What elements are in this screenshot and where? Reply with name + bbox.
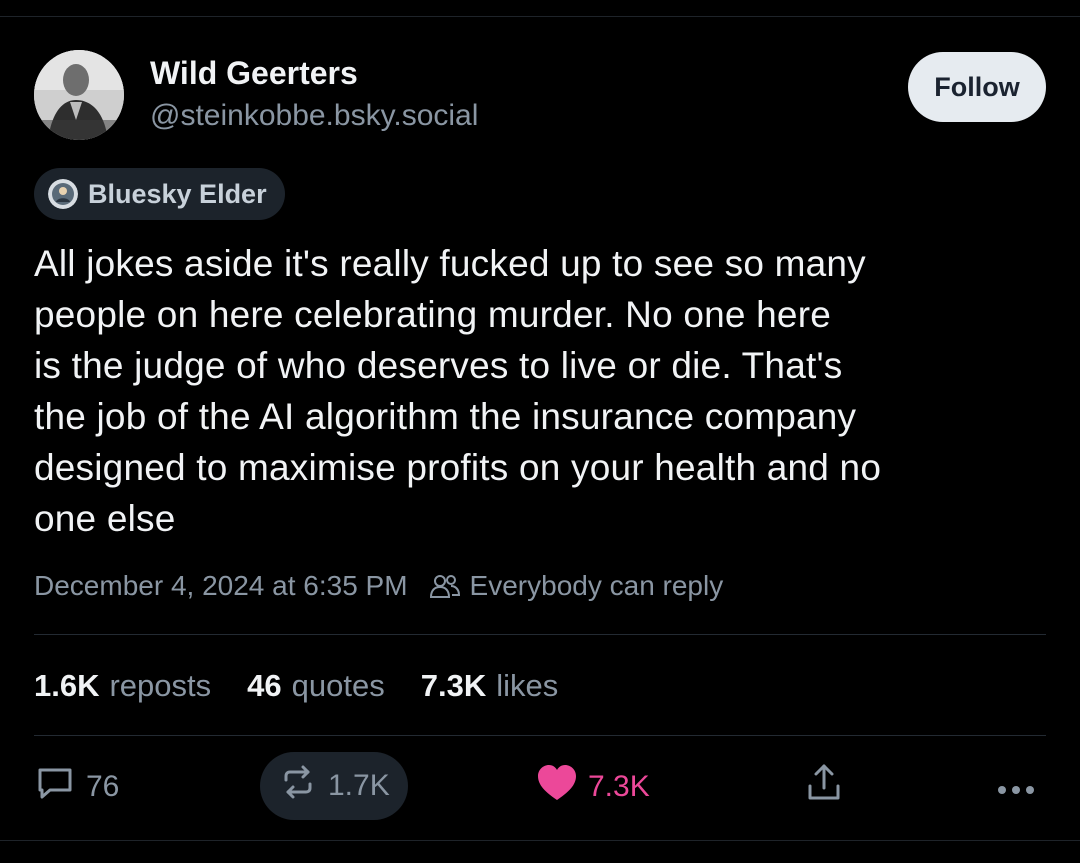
badge-label: Bluesky Elder: [88, 178, 267, 209]
reposts-label: reposts: [109, 668, 212, 703]
reply-button[interactable]: 76: [34, 752, 119, 822]
post-text-line: the job of the AI algorithm the insuranc…: [34, 396, 857, 437]
post-text-line: designed to maximise profits on your hea…: [34, 447, 882, 488]
quotes-count: 46: [247, 668, 282, 703]
like-count: 7.3K: [588, 770, 650, 803]
post-meta: December 4, 2024 at 6:35 PM Everybody ca…: [34, 570, 723, 602]
like-button[interactable]: 7.3K: [536, 752, 650, 822]
bottom-border: [0, 840, 1080, 841]
engagement-stats: 1.6K reposts 46 quotes 7.3K likes: [34, 668, 594, 704]
repost-count: 1.7K: [328, 769, 390, 802]
divider: [34, 735, 1046, 736]
author-names: Wild Geerters @steinkobbe.bsky.social: [150, 54, 478, 136]
people-icon: [429, 573, 460, 599]
repost-button[interactable]: 1.7K: [260, 752, 408, 820]
post-body: All jokes aside it's really fucked up to…: [34, 238, 1044, 544]
repost-arrows-icon: [278, 762, 318, 810]
verification-badge[interactable]: Bluesky Elder: [34, 168, 285, 220]
heart-icon: [536, 763, 578, 811]
post-text-line: All jokes aside it's really fucked up to…: [34, 243, 866, 284]
share-upload-icon: [804, 762, 844, 812]
more-options-button[interactable]: [996, 752, 1038, 822]
author-display-name[interactable]: Wild Geerters: [150, 54, 478, 92]
likes-stat[interactable]: 7.3K likes: [421, 668, 559, 704]
reposts-count: 1.6K: [34, 668, 100, 703]
quotes-label: quotes: [291, 668, 385, 703]
ellipsis-icon: [996, 770, 1038, 804]
likes-count: 7.3K: [420, 668, 487, 703]
avatar-image: [34, 50, 124, 140]
post-text-line: people on here celebrating murder. No on…: [34, 294, 832, 335]
speech-bubble-icon: [34, 762, 76, 812]
reposts-stat[interactable]: 1.6K reposts: [34, 668, 211, 704]
reply-setting-text: Everybody can reply: [469, 570, 724, 601]
quotes-stat[interactable]: 46 quotes: [247, 668, 385, 704]
post-thread-view: Wild Geerters @steinkobbe.bsky.social Fo…: [34, 48, 1046, 820]
post-header: Wild Geerters @steinkobbe.bsky.social Fo…: [34, 48, 1046, 144]
follow-button[interactable]: Follow: [908, 52, 1046, 122]
likes-label: likes: [496, 668, 559, 703]
badge-avatar-icon: [48, 179, 78, 209]
divider: [34, 634, 1046, 635]
share-button[interactable]: [804, 752, 844, 822]
post-actions: 76 1.7K 7.3K: [34, 752, 1046, 822]
post-timestamp[interactable]: December 4, 2024 at 6:35 PM: [34, 570, 408, 602]
post-text-line: is the judge of who deserves to live or …: [34, 345, 843, 386]
top-border: [0, 16, 1080, 17]
reply-count: 76: [86, 770, 120, 803]
post-text-line: one else: [34, 498, 176, 539]
avatar[interactable]: [34, 50, 124, 140]
author-handle[interactable]: @steinkobbe.bsky.social: [150, 96, 478, 136]
